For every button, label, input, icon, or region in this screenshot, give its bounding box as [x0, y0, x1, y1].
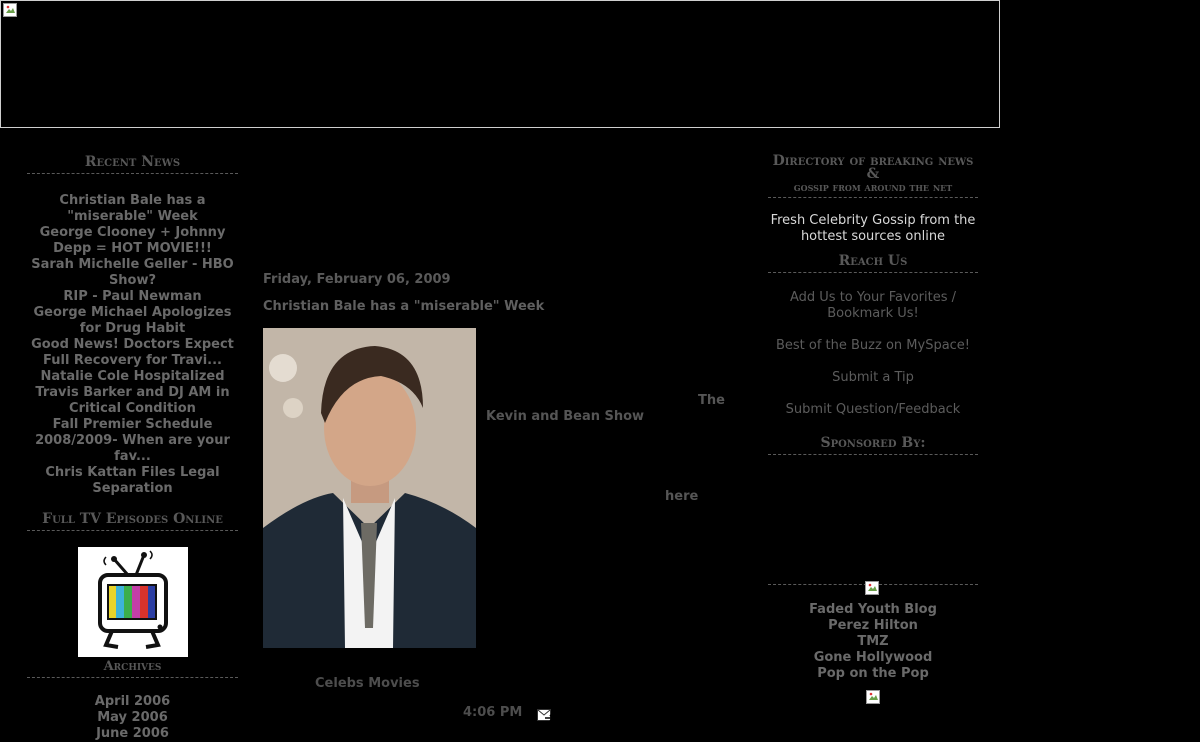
here-link[interactable]: here: [665, 489, 698, 504]
tv-episodes-heading: Full TV Episodes Online: [27, 512, 238, 531]
recent-news-heading: Recent News: [27, 155, 238, 174]
main-post: Friday, February 06, 2009 Christian Bale…: [263, 272, 733, 732]
directory-heading-main: Directory of breaking news &: [772, 153, 974, 182]
favorites-link[interactable]: Add Us to Your Favorites / Bookmark Us!: [768, 290, 978, 322]
feedback-link[interactable]: Submit Question/Feedback: [768, 402, 978, 418]
news-link[interactable]: Sarah Michelle Geller - HBO Show?: [27, 257, 238, 289]
news-link[interactable]: Good News! Doctors Expect Full Recovery …: [27, 337, 238, 369]
broken-image-icon[interactable]: [865, 581, 879, 595]
news-link[interactable]: RIP - Paul Newman: [27, 289, 238, 305]
reach-us-links: Add Us to Your Favorites / Bookmark Us! …: [768, 290, 978, 418]
archives-heading: Archives: [27, 659, 238, 678]
myspace-link[interactable]: Best of the Buzz on MySpace!: [768, 338, 978, 354]
directory-heading: Directory of breaking news & gossip from…: [768, 153, 978, 198]
news-link[interactable]: George Clooney + Johnny Depp = HOT MOVIE…: [27, 225, 238, 257]
retro-tv-icon: [97, 550, 168, 649]
post-time-link[interactable]: 4:06 PM: [463, 705, 522, 720]
partner-link[interactable]: Perez Hilton: [768, 618, 978, 634]
archive-link[interactable]: May 2006: [27, 710, 238, 726]
news-link[interactable]: Christian Bale has a "miserable" Week: [27, 193, 238, 225]
partner-link[interactable]: Pop on the Pop: [768, 666, 978, 682]
partner-links: Faded Youth Blog Perez Hilton TMZ Gone H…: [768, 602, 978, 682]
news-link[interactable]: Natalie Cole Hospitalized: [27, 369, 238, 385]
partner-link[interactable]: Faded Youth Blog: [768, 602, 978, 618]
sponsored-heading: Sponsored By:: [768, 436, 978, 455]
right-sidebar: Directory of breaking news & gossip from…: [768, 153, 978, 708]
left-sidebar: Recent News Christian Bale has a "misera…: [27, 155, 238, 742]
post-title: Christian Bale has a "miserable" Week: [263, 299, 545, 314]
news-link[interactable]: Chris Kattan Files Legal Separation: [27, 465, 238, 497]
archives-list: April 2006 May 2006 June 2006: [27, 694, 238, 742]
news-link[interactable]: Travis Barker and DJ AM in Critical Cond…: [27, 385, 238, 417]
reach-us-heading: Reach Us: [768, 254, 978, 273]
portrait-image: [263, 328, 476, 648]
broken-image-icon[interactable]: [866, 690, 880, 704]
recent-news-list: Christian Bale has a "miserable" Week Ge…: [27, 193, 238, 497]
news-link[interactable]: Fall Premier Schedule 2008/2009- When ar…: [27, 417, 238, 465]
gossip-description: Fresh Celebrity Gossip from the hottest …: [770, 213, 976, 244]
news-link[interactable]: George Michael Apologizes for Drug Habit: [27, 305, 238, 337]
post-labels[interactable]: Celebs Movies: [315, 676, 420, 691]
post-date: Friday, February 06, 2009: [263, 272, 451, 287]
partner-link[interactable]: TMZ: [768, 634, 978, 650]
sponsor-area: [768, 455, 978, 595]
archive-link[interactable]: April 2006: [27, 694, 238, 710]
header-banner[interactable]: [0, 0, 1000, 128]
kevin-bean-show-link[interactable]: Kevin and Bean Show: [486, 409, 644, 424]
post-text-word: The: [698, 393, 725, 408]
tv-episodes-image-link[interactable]: [77, 547, 188, 657]
partner-link[interactable]: Gone Hollywood: [768, 650, 978, 666]
email-post-icon[interactable]: [537, 709, 555, 726]
submit-tip-link[interactable]: Submit a Tip: [768, 370, 978, 386]
post-photo: [263, 328, 476, 648]
broken-image-icon: [3, 3, 17, 17]
directory-heading-sub: gossip from around the net: [793, 181, 953, 194]
